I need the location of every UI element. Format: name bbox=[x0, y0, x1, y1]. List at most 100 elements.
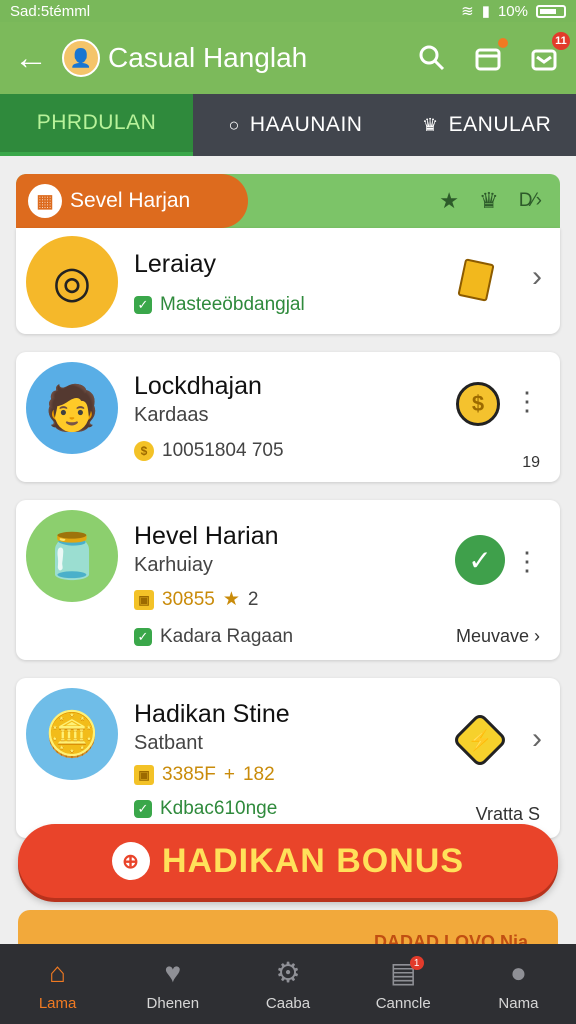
explorer-avatar-icon: 🧑 bbox=[26, 362, 118, 454]
item-status: ✓ Kdbac610nge bbox=[134, 798, 277, 820]
nav-nama[interactable]: ● Nama bbox=[461, 944, 576, 1024]
item-name: Leraiay bbox=[134, 250, 216, 278]
item-coins-text: 10051804 705 bbox=[162, 440, 284, 461]
status-bar: Sad:5témml ≋ ▮ 10% bbox=[0, 0, 576, 22]
item-link[interactable]: Meuvave › bbox=[456, 626, 540, 647]
item-name: Lockdhajan bbox=[134, 372, 262, 400]
battery-text: 10% bbox=[497, 2, 528, 20]
avatar[interactable]: 👤 bbox=[62, 39, 100, 77]
item-reward-text: 3385F bbox=[162, 764, 216, 785]
item-status-text: Masteeöbdangjal bbox=[160, 294, 305, 315]
list-item[interactable]: 🧑 Lockdhajan Kardaas $ 10051804 705 $ ⋮ … bbox=[16, 352, 560, 482]
section-title: Sevel Harjan bbox=[70, 189, 191, 212]
jar-icon: 🫙 bbox=[26, 510, 118, 602]
coin-icon: $ bbox=[134, 441, 154, 461]
item-reward-extra: 2 bbox=[247, 588, 259, 610]
nav-home[interactable]: ⌂ Lama bbox=[0, 944, 115, 1024]
item-status-text: Kdbac610nge bbox=[160, 798, 278, 819]
item-status-text: Kadara Ragaan bbox=[160, 626, 294, 647]
status-text: Sad:5témml bbox=[10, 2, 91, 20]
tab-label: PHRDULAN bbox=[36, 111, 157, 134]
item-status: ✓ Kadara Ragaan bbox=[134, 626, 293, 648]
bottom-nav: ⌂ Lama ♥ Dhenen ⚙ Caaba ▤ 1 Canncle ● Na… bbox=[0, 944, 576, 1024]
calendar-badge bbox=[498, 38, 508, 48]
wifi-icon: ≋ bbox=[461, 3, 474, 20]
chest-icon: ▣ bbox=[134, 765, 154, 785]
item-sub: Kardaas bbox=[134, 404, 209, 426]
tab-label: EANULAR bbox=[448, 113, 552, 136]
treasure-chest-icon: 🪙 bbox=[26, 688, 118, 780]
check-icon: ✓ bbox=[134, 800, 152, 818]
star-icon[interactable]: ★ bbox=[439, 188, 459, 214]
nav-caaba[interactable]: ⚙ Caaba bbox=[230, 944, 345, 1024]
tab-eanular[interactable]: ♛ EANULAR bbox=[398, 94, 576, 156]
item-reward-text: 30855 bbox=[162, 588, 215, 610]
section-actions: ★ ♛ D⁄› bbox=[439, 174, 542, 228]
chest-icon: ▣ bbox=[134, 589, 154, 610]
target-clock-icon: ◎ bbox=[26, 236, 118, 328]
calendar-badge-icon: ▦ bbox=[28, 184, 62, 218]
plus-icon: + bbox=[223, 764, 235, 785]
item-name: Hadikan Stine bbox=[134, 700, 290, 728]
app-title: Casual Hanglah bbox=[108, 42, 308, 73]
heart-chat-icon: ♥ bbox=[164, 956, 182, 988]
gift-box-icon: ⊕ bbox=[112, 842, 150, 880]
coin-icon: $ bbox=[456, 382, 500, 426]
item-reward-extra: 182 bbox=[242, 764, 275, 785]
list-item[interactable]: 🪙 Hadikan Stine Satbant ▣ 3385F + 182 ✓ … bbox=[16, 678, 560, 838]
tab-label: HAAUNAIN bbox=[249, 113, 363, 136]
bonus-label: HADIKAN BONUS bbox=[162, 841, 464, 880]
gear-icon: ⚙ bbox=[275, 957, 301, 988]
battery-icon bbox=[536, 4, 566, 18]
bonus-button[interactable]: ⊕ HADIKAN BONUS bbox=[18, 824, 558, 898]
tab-phrdulan[interactable]: PHRDULAN bbox=[0, 94, 193, 156]
search-icon[interactable] bbox=[414, 40, 450, 76]
trophy-icon: ♛ bbox=[422, 114, 439, 135]
nav-label: Caaba bbox=[265, 995, 311, 1012]
more-icon[interactable]: ⋮ bbox=[514, 548, 540, 574]
nav-label: Lama bbox=[38, 994, 77, 1012]
more-icon[interactable]: ⋮ bbox=[514, 388, 540, 414]
star-small-icon: ★ bbox=[222, 589, 240, 610]
item-count: 19 bbox=[522, 454, 540, 471]
gift-badge: 11 bbox=[552, 32, 570, 50]
item-link-text: Meuvave bbox=[455, 626, 529, 646]
item-reward: ▣ 3385F + 182 bbox=[134, 764, 275, 786]
crown-icon[interactable]: ♛ bbox=[479, 188, 499, 214]
tab-haaunain[interactable]: ○ HAAUNAIN bbox=[193, 94, 398, 156]
tab-bar: PHRDULAN ○ HAAUNAIN ♛ EANULAR bbox=[0, 94, 576, 156]
nav-label: Canncle bbox=[375, 995, 431, 1012]
check-icon: ✓ bbox=[134, 296, 152, 314]
profile-icon: ● bbox=[509, 956, 527, 988]
ticket-icon bbox=[454, 258, 498, 302]
nav-label: Dhenen bbox=[146, 994, 200, 1012]
section-header: ▦ Sevel Harjan ★ ♛ D⁄› bbox=[16, 174, 560, 228]
section-more-link[interactable]: D⁄› bbox=[519, 190, 542, 212]
item-coins: $ 10051804 705 bbox=[134, 440, 284, 462]
signal-icon: ▮ bbox=[481, 3, 490, 20]
item-status: ✓ Masteeöbdangjal bbox=[134, 294, 305, 316]
lightning-icon: ⚡ bbox=[451, 711, 509, 769]
check-icon: ✓ bbox=[454, 534, 506, 586]
status-right: ≋ ▮ 10% bbox=[461, 2, 566, 20]
section-title-pill: ▦ Sevel Harjan bbox=[16, 174, 248, 228]
back-arrow-icon[interactable]: ← bbox=[14, 41, 62, 75]
list-item[interactable]: 🫙 Hevel Harian Karhuiay ▣ 30855 ★ 2 ✓ Ka… bbox=[16, 500, 560, 660]
list-item[interactable]: ◎ Leraiay ✓ Masteeöbdangjal › bbox=[16, 228, 560, 334]
nav-dhenen[interactable]: ♥ Dhenen bbox=[115, 944, 230, 1024]
chevron-right-icon[interactable]: › bbox=[532, 722, 542, 756]
search-bubble-icon: ○ bbox=[228, 114, 240, 135]
item-reward: ▣ 30855 ★ 2 bbox=[134, 588, 258, 611]
item-sub: Satbant bbox=[134, 732, 203, 754]
nav-badge: 1 bbox=[409, 956, 424, 970]
nav-label: Nama bbox=[498, 994, 539, 1012]
item-name: Hevel Harian bbox=[134, 522, 279, 550]
check-icon: ✓ bbox=[134, 628, 152, 646]
nav-canncle[interactable]: ▤ 1 Canncle bbox=[346, 944, 461, 1024]
app-bar: ← 👤 Casual Hanglah 11 bbox=[0, 22, 576, 94]
gift-icon[interactable]: 11 bbox=[526, 32, 570, 76]
calendar-icon[interactable] bbox=[470, 38, 508, 76]
item-sub: Karhuiay bbox=[134, 554, 213, 576]
item-right-text: Vratta S bbox=[475, 804, 540, 824]
chevron-right-icon[interactable]: › bbox=[532, 260, 542, 294]
